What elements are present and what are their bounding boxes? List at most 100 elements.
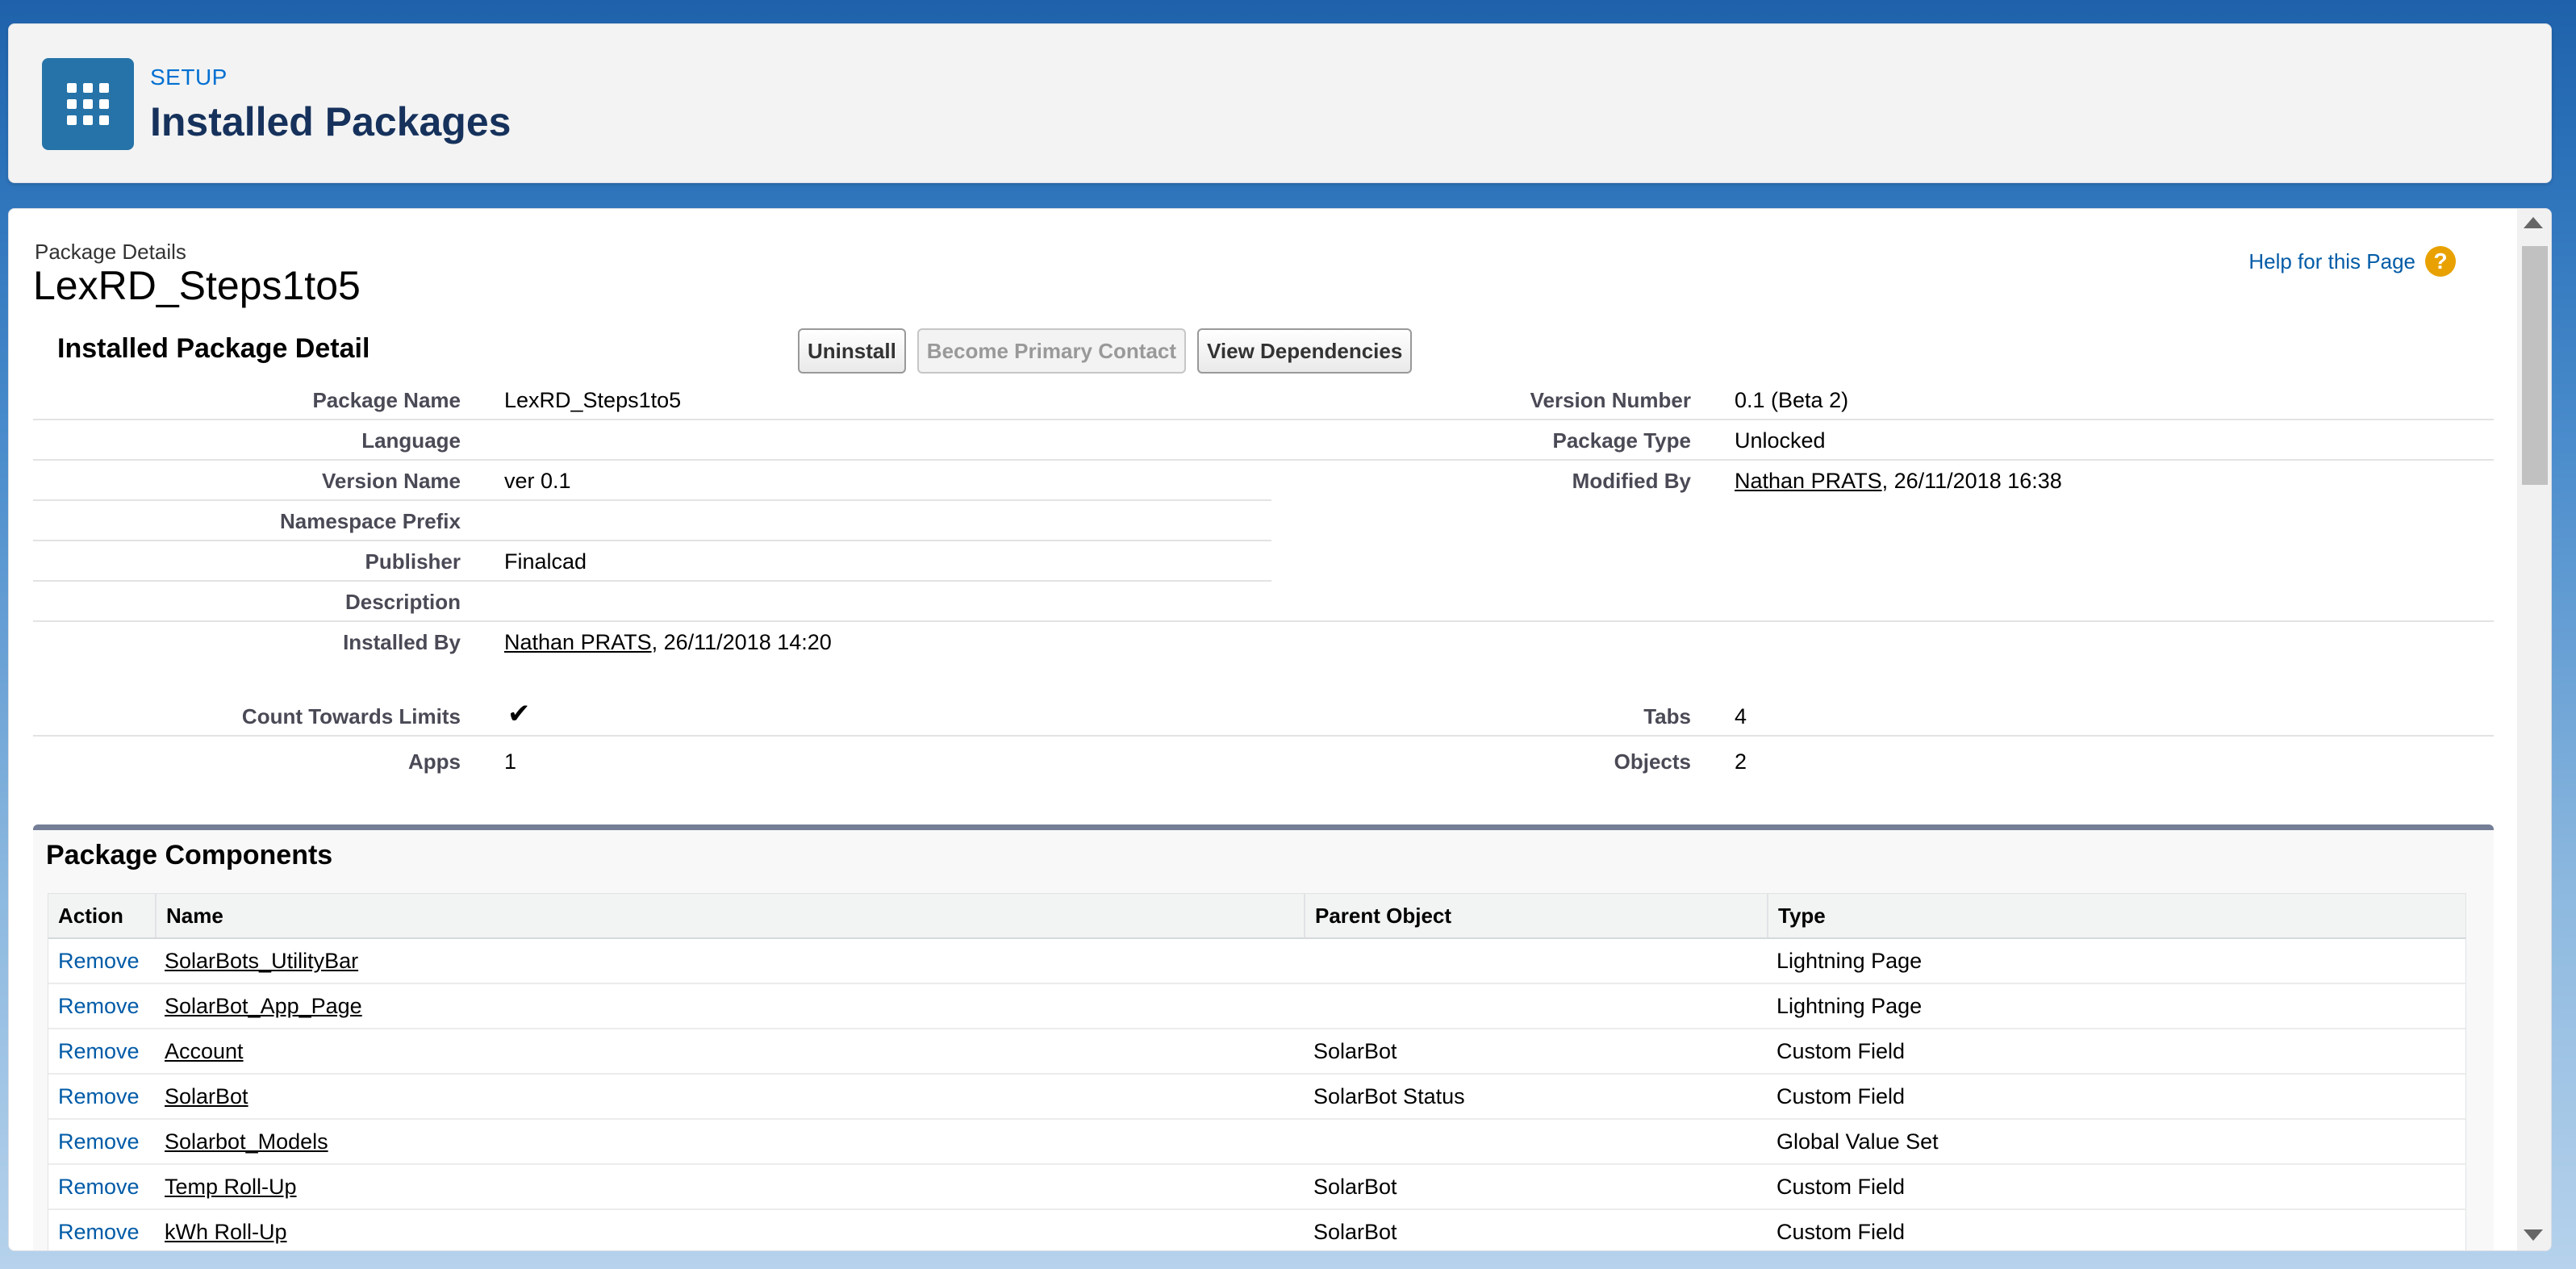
field-label: Language [361, 428, 461, 453]
field-package-name: Package Name LexRD_Steps1to5 [33, 380, 1271, 420]
apps-value: 1 [504, 749, 517, 774]
remove-link[interactable]: Remove [58, 1029, 140, 1073]
limits-row-1: Count Towards Limits ✔ Tabs 4 [33, 696, 2494, 737]
remove-link[interactable]: Remove [58, 984, 140, 1028]
uninstall-button[interactable]: Uninstall [798, 328, 906, 374]
app-launcher-grid-icon [42, 58, 134, 150]
table-row: Remove Solarbot_Models Global Value Set [48, 1120, 2465, 1165]
component-type: Custom Field [1776, 1084, 1906, 1108]
package-detail-panel: Package Details LexRD_Steps1to5 Help for… [8, 208, 2552, 1251]
field-value: Nathan PRATS, 26/11/2018 16:38 [1735, 469, 2062, 494]
field-label: Version Number [1530, 388, 1691, 412]
objects-label: Objects [1614, 749, 1691, 774]
field-language: Language [33, 420, 1271, 461]
objects-value: 2 [1735, 749, 1747, 774]
field-value: ver 0.1 [504, 469, 571, 493]
component-name-link[interactable]: Solarbot_Models [165, 1120, 328, 1163]
apps-label: Apps [408, 749, 461, 774]
checkmark-icon: ✔ [507, 699, 531, 729]
limits-row-2: Apps 1 Objects 2 [33, 741, 2494, 780]
field-value: Unlocked [1735, 428, 1826, 453]
package-components-section: Package Components Action Name Parent Ob… [33, 824, 2494, 1250]
view-dependencies-button[interactable]: View Dependencies [1197, 328, 1413, 374]
field-value: 0.1 (Beta 2) [1735, 388, 1849, 412]
vertical-scrollbar[interactable] [2517, 209, 2551, 1250]
remove-link[interactable]: Remove [58, 1165, 140, 1208]
table-row: Remove SolarBot SolarBot Status Custom F… [48, 1075, 2465, 1120]
component-type: Lightning Page [1776, 994, 1923, 1018]
parent-object: SolarBot [1313, 1175, 1397, 1199]
component-type: Global Value Set [1776, 1129, 1939, 1154]
field-value: LexRD_Steps1to5 [504, 388, 682, 412]
field-label: Publisher [365, 549, 461, 574]
count-towards-limits-label: Count Towards Limits [241, 704, 461, 728]
field-value: Nathan PRATS, 26/11/2018 14:20 [504, 630, 832, 655]
installed-by-date: , 26/11/2018 14:20 [651, 630, 832, 654]
field-package-type: Package Type Unlocked [1263, 420, 2494, 461]
section-title: Installed Package Detail [57, 333, 370, 364]
button-row: Uninstall Become Primary Contact View De… [798, 328, 1413, 374]
component-name-link[interactable]: SolarBot_App_Page [165, 984, 362, 1028]
package-title: LexRD_Steps1to5 [33, 263, 361, 308]
page-title: Installed Packages [150, 99, 511, 144]
column-header-parent-object: Parent Object [1304, 894, 1767, 937]
component-name-link[interactable]: SolarBots_UtilityBar [165, 939, 358, 983]
question-mark-icon[interactable]: ? [2425, 246, 2456, 277]
table-header-row: Action Name Parent Object Type [48, 894, 2465, 939]
remove-link[interactable]: Remove [58, 939, 140, 983]
column-header-name: Name [155, 894, 1304, 937]
modified-by-user-link[interactable]: Nathan PRATS [1735, 469, 1882, 493]
component-type: Lightning Page [1776, 949, 1923, 973]
page-header: SETUP Installed Packages [8, 23, 2552, 183]
help-link-label[interactable]: Help for this Page [2248, 249, 2415, 274]
field-label: Package Type [1552, 428, 1691, 453]
tabs-label: Tabs [1643, 704, 1691, 728]
field-label: Modified By [1572, 469, 1691, 493]
components-title: Package Components [46, 840, 333, 870]
table-row: Remove Temp Roll-Up SolarBot Custom Fiel… [48, 1165, 2465, 1210]
component-name-link[interactable]: Temp Roll-Up [165, 1165, 297, 1208]
table-row: Remove Account SolarBot Custom Field [48, 1029, 2465, 1075]
field-namespace-prefix: Namespace Prefix [33, 501, 1271, 541]
help-link[interactable]: Help for this Page ? [2248, 246, 2456, 277]
component-name-link[interactable]: kWh Roll-Up [165, 1210, 287, 1250]
scroll-down-icon[interactable] [2524, 1229, 2543, 1241]
setup-label: SETUP [150, 65, 228, 90]
scroll-up-icon[interactable] [2524, 217, 2543, 228]
column-header-action: Action [58, 904, 123, 928]
table-row: Remove SolarBot_App_Page Lightning Page [48, 984, 2465, 1029]
field-installed-by: Installed By Nathan PRATS, 26/11/2018 14… [33, 622, 1271, 661]
parent-object: SolarBot [1313, 1039, 1397, 1063]
remove-link[interactable]: Remove [58, 1210, 140, 1250]
field-description: Description [33, 582, 2494, 622]
field-version-number: Version Number 0.1 (Beta 2) [1263, 380, 2494, 420]
component-type: Custom Field [1776, 1039, 1906, 1063]
component-type: Custom Field [1776, 1220, 1906, 1244]
remove-link[interactable]: Remove [58, 1120, 140, 1163]
field-version-name: Version Name ver 0.1 [33, 461, 1271, 501]
installed-by-user-link[interactable]: Nathan PRATS [504, 630, 652, 654]
components-table: Action Name Parent Object Type Remove So… [48, 893, 2466, 1250]
column-header-type: Type [1767, 894, 2464, 937]
table-row: Remove SolarBots_UtilityBar Lightning Pa… [48, 939, 2465, 984]
modified-by-date: , 26/11/2018 16:38 [1881, 469, 2062, 493]
table-row: Remove kWh Roll-Up SolarBot Custom Field [48, 1210, 2465, 1250]
field-label: Version Name [322, 469, 461, 493]
field-label: Installed By [343, 630, 461, 654]
component-name-link[interactable]: Account [165, 1029, 244, 1073]
scrollbar-thumb[interactable] [2522, 246, 2548, 485]
field-label: Description [344, 590, 461, 614]
remove-link[interactable]: Remove [58, 1075, 140, 1118]
field-modified-by: Modified By Nathan PRATS, 26/11/2018 16:… [1263, 461, 2494, 499]
field-value: Finalcad [504, 549, 587, 574]
breadcrumb: Package Details [35, 240, 186, 264]
component-type: Custom Field [1776, 1175, 1906, 1199]
parent-object: SolarBot [1313, 1220, 1397, 1244]
field-label: Package Name [312, 388, 461, 412]
field-label: Namespace Prefix [279, 509, 461, 533]
field-publisher: Publisher Finalcad [33, 541, 1271, 582]
parent-object: SolarBot Status [1313, 1084, 1465, 1108]
become-primary-contact-button[interactable]: Become Primary Contact [916, 328, 1187, 374]
tabs-value: 4 [1735, 704, 1747, 728]
component-name-link[interactable]: SolarBot [165, 1075, 248, 1118]
